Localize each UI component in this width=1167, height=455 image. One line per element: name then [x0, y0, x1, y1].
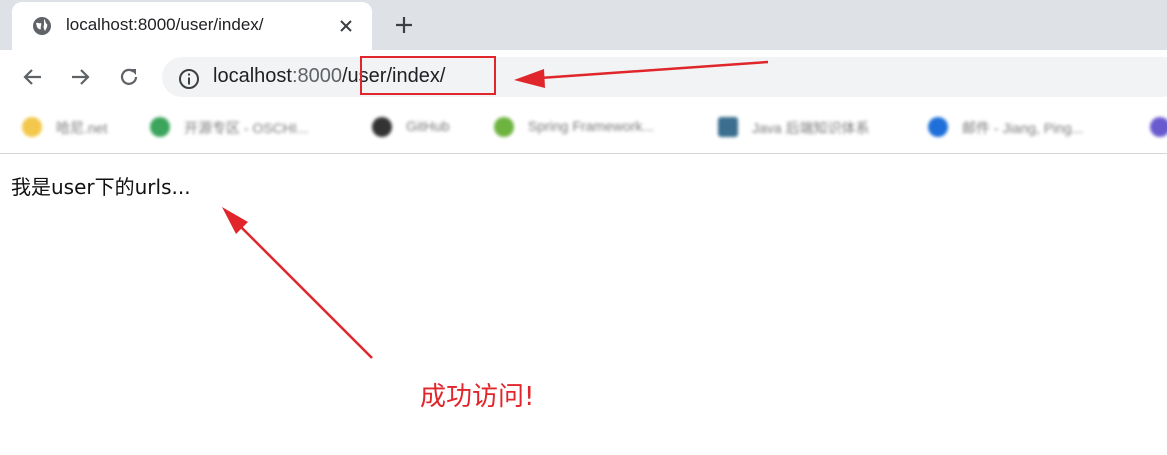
bookmark-favicon-icon: [928, 117, 948, 137]
bookmark-favicon-icon: [494, 117, 514, 137]
bookmark-label: Java 后端知识体系: [752, 120, 870, 136]
close-icon[interactable]: [338, 18, 354, 34]
page-body-text: 我是user下的urls...: [11, 175, 191, 199]
bookmark-item[interactable]: 邮件 - Jiang, Ping...: [928, 114, 1128, 140]
plus-icon[interactable]: [394, 15, 414, 35]
bookmark-favicon-icon: [1150, 117, 1167, 137]
annotation-success-text: 成功访问!: [420, 382, 535, 412]
bookmark-item[interactable]: GitHub: [372, 114, 472, 140]
url-host: localhost: [213, 65, 292, 87]
info-icon[interactable]: [178, 68, 200, 90]
arrow-to-page-text: [222, 207, 373, 359]
globe-icon: [33, 17, 51, 35]
bookmark-item[interactable]: 开源专区 - OSCHI...: [150, 114, 350, 140]
reload-icon[interactable]: [118, 66, 140, 88]
bookmark-label: 开源专区 - OSCHI...: [184, 120, 309, 136]
github-icon: [372, 117, 392, 137]
bookmark-favicon-icon: [22, 117, 42, 137]
active-tab[interactable]: localhost:8000/user/index/: [12, 2, 372, 50]
url-port: :8000: [291, 65, 342, 87]
back-arrow-icon[interactable]: [22, 66, 44, 88]
bookmark-label: Spring Framework...: [528, 118, 655, 134]
toolbar: [0, 50, 1167, 102]
bookmark-item-partial[interactable]: [1150, 114, 1167, 140]
toolbar-divider: [0, 153, 1167, 154]
url-path-highlight-box: [360, 56, 496, 95]
bookmark-favicon-icon: [718, 117, 738, 137]
bookmark-label: 邮件 - Jiang, Ping...: [962, 120, 1084, 136]
bookmark-label: 哈尼.net: [56, 120, 108, 136]
bookmarks-bar: 哈尼.net 开源专区 - OSCHI... GitHub Spring Fra…: [0, 102, 1167, 152]
bookmark-label: GitHub: [406, 118, 450, 134]
bookmark-item[interactable]: Spring Framework...: [494, 114, 694, 140]
bookmark-favicon-icon: [150, 117, 170, 137]
tab-title: localhost:8000/user/index/: [66, 15, 264, 34]
bookmark-item[interactable]: 哈尼.net: [22, 114, 132, 140]
forward-arrow-icon[interactable]: [69, 66, 91, 88]
tab-strip: localhost:8000/user/index/: [0, 0, 1167, 50]
bookmark-item[interactable]: Java 后端知识体系: [718, 114, 908, 140]
